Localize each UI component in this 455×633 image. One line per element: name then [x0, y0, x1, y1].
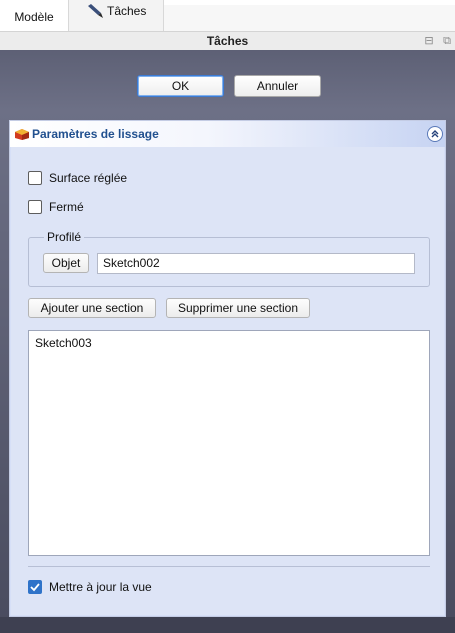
tab-tasks-label: Tâches [107, 4, 147, 18]
profile-group-title: Profilé [44, 230, 85, 244]
taskbox-title: Paramètres de lissage [32, 127, 159, 141]
list-item[interactable]: Sketch003 [35, 335, 92, 351]
closed-checkbox[interactable] [28, 200, 42, 214]
sections-list[interactable]: Sketch003 [28, 330, 430, 556]
tab-bar: Modèle Tâches [0, 0, 455, 31]
closed-label: Fermé [49, 200, 84, 214]
ruled-surface-label: Surface réglée [49, 171, 128, 185]
ruled-surface-checkbox[interactable] [28, 171, 42, 185]
chevron-up-double-icon [431, 130, 439, 138]
remove-section-button[interactable]: Supprimer une section [166, 298, 310, 318]
taskbox-header[interactable]: Paramètres de lissage [10, 121, 445, 147]
tab-bar-background [164, 5, 455, 31]
ok-button[interactable]: OK [137, 75, 224, 97]
object-button[interactable]: Objet [43, 253, 89, 273]
panel-footer [0, 617, 455, 633]
pencil-icon [88, 4, 103, 18]
loft-cube-icon [15, 129, 29, 140]
profile-field[interactable]: Sketch002 [97, 253, 415, 274]
panel-title: Tâches [206, 34, 249, 48]
add-section-button[interactable]: Ajouter une section [28, 298, 156, 318]
tab-model[interactable]: Modèle [0, 5, 68, 31]
update-view-checkbox[interactable] [28, 580, 42, 594]
panel-titlebar: Tâches ⊟ ⧉ [0, 31, 455, 50]
undock-icon[interactable]: ⧉ [441, 32, 453, 50]
collapse-button[interactable] [427, 126, 443, 142]
checkmark-icon [30, 583, 40, 592]
update-view-label: Mettre à jour la vue [49, 580, 152, 594]
float-icon[interactable]: ⊟ [423, 32, 435, 50]
divider [28, 566, 430, 567]
tab-model-label: Modèle [14, 10, 54, 24]
cancel-button[interactable]: Annuler [234, 75, 321, 97]
tab-tasks[interactable]: Tâches [68, 0, 164, 31]
